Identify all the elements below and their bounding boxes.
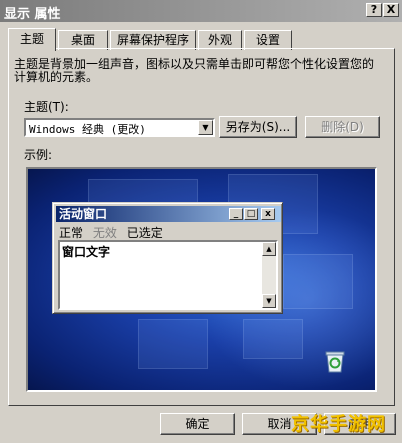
window-text: 窗口文字 bbox=[62, 245, 111, 259]
help-button[interactable]: ? bbox=[366, 3, 382, 17]
ok-button[interactable]: 确定 bbox=[160, 413, 235, 435]
scroll-up-icon: ▲ bbox=[262, 242, 276, 256]
sample-label: 示例: bbox=[24, 148, 53, 162]
sample-menu-bar: 正常 无效 已选定 bbox=[59, 224, 169, 241]
tab-desktop[interactable]: 桌面 bbox=[58, 30, 108, 50]
wallpaper-pane bbox=[243, 319, 303, 359]
tab-settings[interactable]: 设置 bbox=[244, 30, 292, 50]
menu-normal: 正常 bbox=[59, 226, 84, 240]
window-title: 显示 属性 bbox=[4, 7, 61, 22]
tab-screensaver[interactable]: 屏幕保护程序 bbox=[110, 30, 196, 50]
minimize-icon: _ bbox=[229, 208, 243, 220]
theme-description: 主题是背景加一组声音，图标以及只需单击即可帮您个性化设置您的计算机的元素。 bbox=[14, 57, 375, 84]
chevron-down-icon[interactable]: ▼ bbox=[198, 120, 213, 135]
delete-button[interactable]: 删除(D) bbox=[305, 116, 380, 138]
close-button[interactable]: X bbox=[383, 3, 399, 17]
wallpaper-pane bbox=[138, 319, 208, 369]
tab-appearance[interactable]: 外观 bbox=[198, 30, 242, 50]
watermark: 京华手游网 bbox=[291, 414, 386, 435]
theme-preview: 活动窗口 _ □ x 正常 无效 已选定 窗口文字 ▲ ▼ bbox=[26, 167, 377, 392]
menu-disabled: 无效 bbox=[92, 226, 117, 240]
close-icon: x bbox=[261, 208, 275, 220]
wallpaper-pane bbox=[283, 254, 353, 309]
sample-active-window: 活动窗口 _ □ x 正常 无效 已选定 窗口文字 ▲ ▼ bbox=[52, 202, 283, 314]
maximize-icon: □ bbox=[244, 208, 258, 220]
save-as-button[interactable]: 另存为(S)... bbox=[219, 116, 297, 138]
sample-window-titlebar: 活动窗口 _ □ x bbox=[56, 206, 281, 222]
sample-window-client: 窗口文字 ▲ ▼ bbox=[58, 240, 278, 310]
scroll-down-icon: ▼ bbox=[262, 294, 276, 308]
menu-selected: 已选定 bbox=[126, 226, 163, 240]
theme-select[interactable]: Windows 经典 (更改) ▼ bbox=[24, 118, 215, 137]
scrollbar: ▲ ▼ bbox=[262, 242, 276, 308]
recycle-bin-icon bbox=[325, 351, 345, 373]
theme-label: 主题(T): bbox=[24, 100, 69, 114]
theme-select-value: Windows 经典 (更改) bbox=[29, 123, 146, 136]
tab-theme[interactable]: 主题 bbox=[8, 28, 56, 51]
sample-window-title: 活动窗口 bbox=[59, 207, 108, 221]
title-bar[interactable]: 显示 属性 ? X bbox=[0, 0, 402, 22]
tab-strip: 主题 桌面 屏幕保护程序 外观 设置 bbox=[8, 28, 394, 51]
